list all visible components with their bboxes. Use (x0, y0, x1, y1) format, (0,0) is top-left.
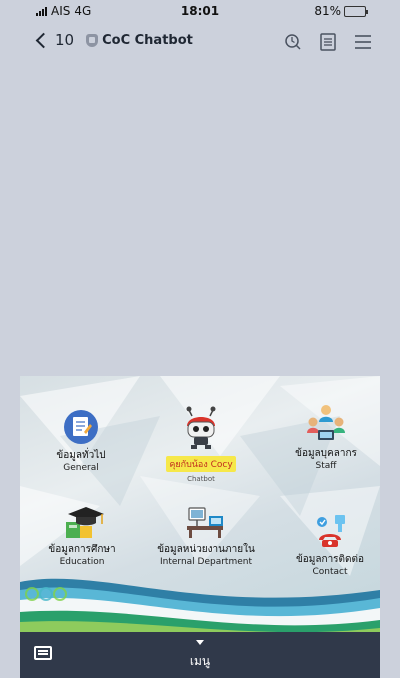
office-desk-icon (187, 507, 223, 538)
staff-people-icon (307, 405, 345, 440)
robot-mascot-icon (186, 406, 216, 449)
menu-staff-th: ข้อมูลบุคลากร (295, 448, 357, 459)
menu-education-th: ข้อมูลการศึกษา (48, 544, 116, 555)
unread-count: 10 (55, 31, 75, 49)
chat-message-area[interactable] (0, 66, 400, 376)
menu-internal-department-button[interactable]: ข้อมูลหน่วยงานภายใน Internal Department (148, 504, 264, 567)
search-icon[interactable] (284, 33, 302, 51)
menu-contact-th: ข้อมูลการติดต่อ (295, 554, 365, 565)
battery-percent: 81% (314, 4, 341, 18)
menu-chatbot-th: คุยกับน้อง Cocy (166, 456, 236, 472)
contact-phone-icon (317, 515, 345, 547)
caret-down-icon (196, 640, 204, 645)
notes-icon[interactable] (320, 33, 336, 51)
bottom-bar: เมนู (20, 632, 380, 678)
menu-chatbot-en: Chatbot (187, 475, 215, 483)
menu-general-th: ข้อมูลทั่วไป (56, 450, 106, 461)
chat-header: 10 CoC Chatbot (0, 22, 400, 66)
menu-staff-button[interactable]: ข้อมูลบุคลากร Staff (276, 402, 376, 471)
chat-title: CoC Chatbot (102, 32, 193, 48)
menu-chatbot-button[interactable]: คุยกับน้อง Cocy Chatbot (156, 404, 246, 483)
menu-education-button[interactable]: ข้อมูลการศึกษา Education (32, 504, 132, 567)
menu-icon[interactable] (354, 34, 372, 50)
menu-contact-button[interactable]: ข้อมูลการติดต่อ Contact (282, 512, 378, 577)
menu-staff-en: Staff (315, 461, 337, 471)
verified-shield-icon (86, 33, 99, 47)
menu-toggle-label: เมนู (189, 654, 211, 668)
menu-general-en: General (63, 463, 99, 473)
graduation-cap-icon (66, 507, 104, 538)
menu-contact-en: Contact (312, 567, 348, 577)
back-button[interactable]: 10 CoC Chatbot (35, 31, 193, 49)
rich-menu: ข้อมูลทั่วไป General คุยกับน้อง Cocy Cha… (20, 376, 380, 632)
menu-education-en: Education (59, 557, 105, 567)
header-actions (284, 33, 372, 51)
document-icon (64, 410, 98, 444)
chevron-left-icon (35, 32, 52, 48)
battery-icon (344, 5, 368, 17)
battery-info: 81% (314, 4, 368, 18)
menu-internal-department-en: Internal Department (159, 557, 252, 567)
status-bar: AIS 4G 18:01 81% (0, 0, 400, 22)
menu-general-button[interactable]: ข้อมูลทั่วไป General (36, 408, 126, 473)
menu-internal-department-th: ข้อมูลหน่วยงานภายใน (157, 544, 255, 555)
